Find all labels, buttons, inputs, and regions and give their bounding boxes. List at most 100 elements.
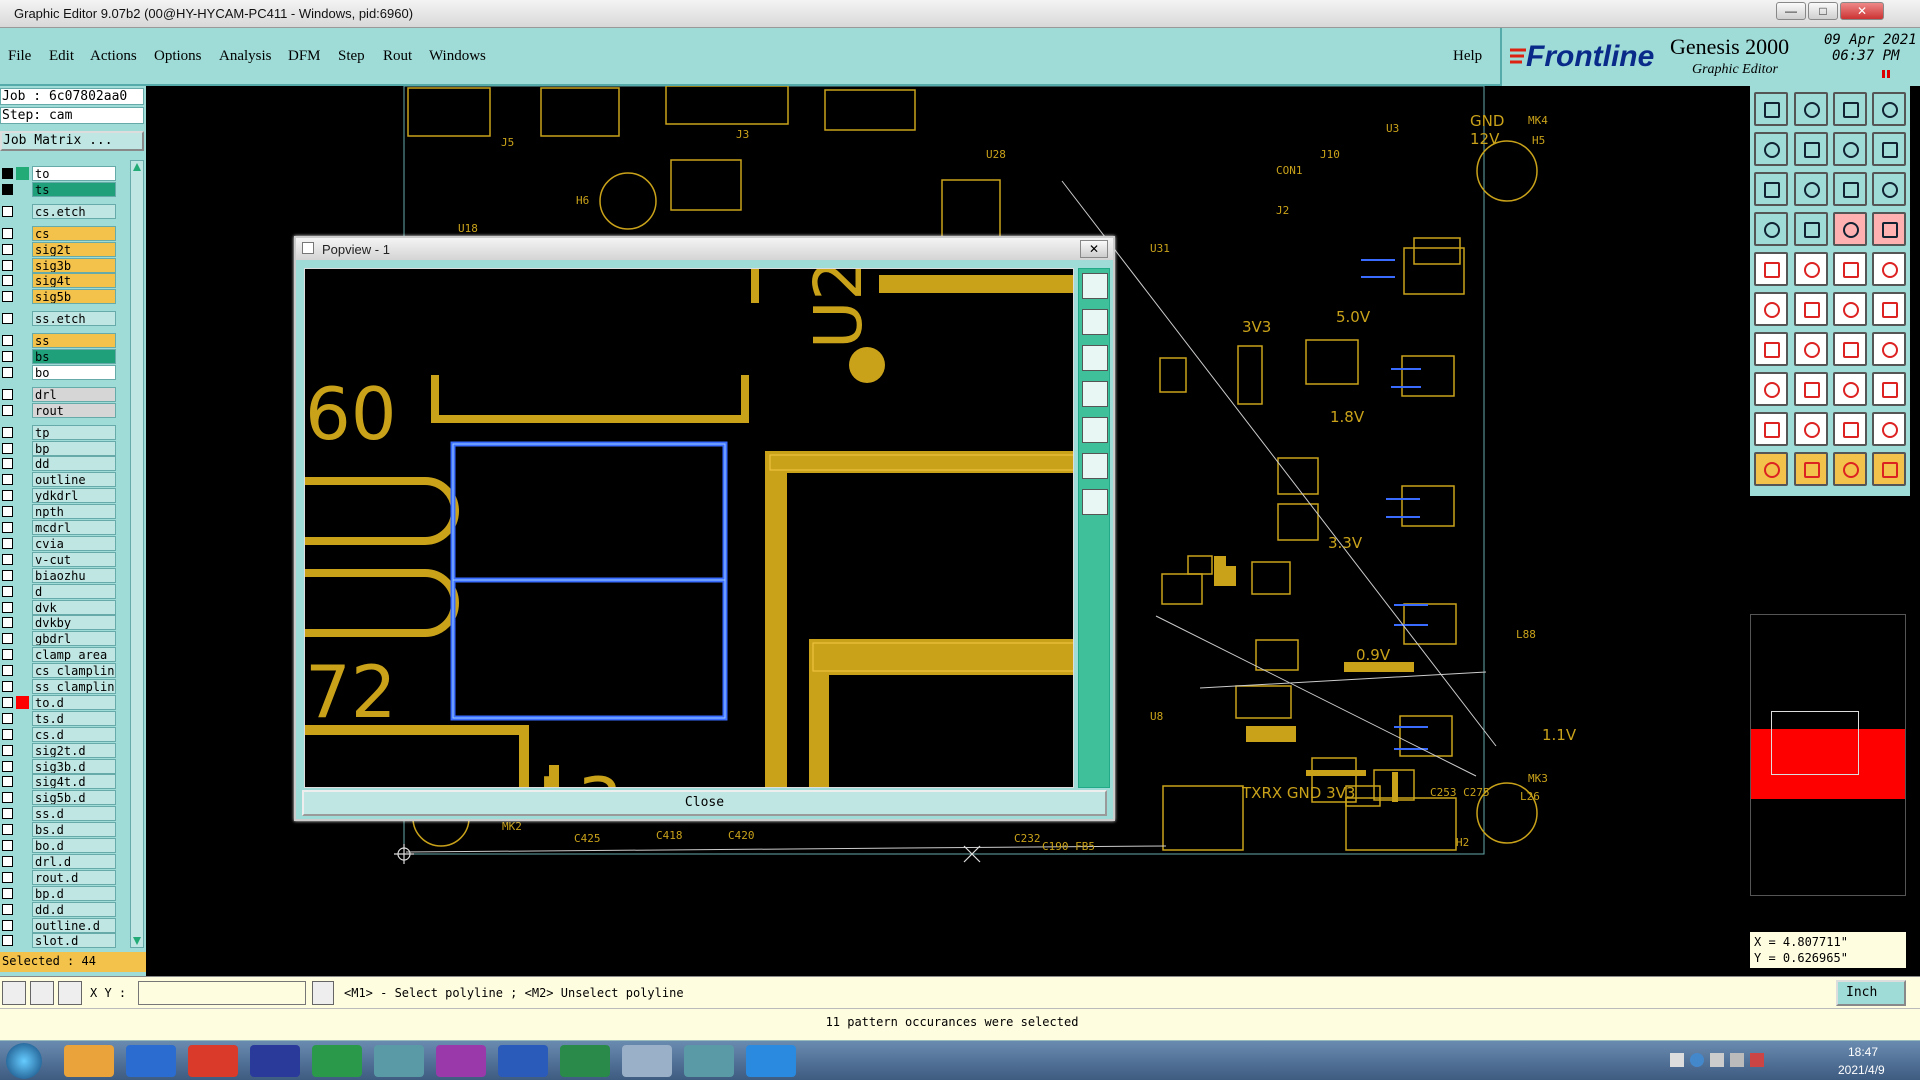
taskbar-shell-icon[interactable] <box>64 1045 114 1077</box>
layer-row[interactable]: to.d <box>0 694 118 710</box>
layer-checkbox[interactable] <box>2 506 13 518</box>
popview-window[interactable]: Popview - 1 ✕ 60 72 U2 Close <box>294 236 1115 821</box>
taskbar-genesis-icon[interactable] <box>374 1045 424 1077</box>
tray-ime-icon[interactable] <box>1710 1053 1724 1067</box>
popview-titlebar[interactable]: Popview - 1 ✕ <box>296 238 1113 260</box>
layer-row[interactable]: drl.d <box>0 853 118 869</box>
menu-help[interactable]: Help <box>1453 48 1482 65</box>
layer-row[interactable]: npth <box>0 504 118 520</box>
tool-button-2-0-icon[interactable] <box>1754 172 1788 206</box>
layer-row[interactable]: mcdrl <box>0 520 118 535</box>
maximize-button[interactable]: □ <box>1808 2 1838 20</box>
layer-checkbox[interactable] <box>2 291 13 303</box>
layer-row[interactable]: cs.etch <box>0 203 118 219</box>
tool-button-5-0-icon[interactable] <box>1754 292 1788 326</box>
layer-checkbox[interactable] <box>2 712 13 724</box>
tool-button-1-2-icon[interactable] <box>1833 132 1867 166</box>
layer-checkbox[interactable] <box>2 183 13 195</box>
menu-step[interactable]: Step <box>338 48 365 65</box>
grid-icon[interactable] <box>58 981 82 1005</box>
layer-checkbox[interactable] <box>2 808 13 820</box>
layer-checkbox[interactable] <box>2 601 13 613</box>
popview-close-icon[interactable]: ✕ <box>1080 240 1108 258</box>
layer-row[interactable]: slot.d <box>0 933 118 949</box>
layer-checkbox[interactable] <box>2 585 13 597</box>
taskbar-app-green-icon[interactable] <box>312 1045 362 1077</box>
tool-button-6-2-icon[interactable] <box>1833 332 1867 366</box>
taskbar-messenger-icon[interactable] <box>746 1045 796 1077</box>
layer-checkbox[interactable] <box>2 227 13 239</box>
layer-row[interactable]: sig5b.d <box>0 790 118 806</box>
menu-options[interactable]: Options <box>154 48 202 65</box>
layer-scrollbar[interactable] <box>130 160 144 948</box>
layer-row[interactable]: rout.d <box>0 869 118 885</box>
tool-button-6-0-icon[interactable] <box>1754 332 1788 366</box>
tool-button-4-3-icon[interactable] <box>1872 252 1906 286</box>
popview-tool-6-icon[interactable] <box>1082 489 1108 515</box>
layer-checkbox[interactable] <box>2 474 13 486</box>
layer-checkbox[interactable] <box>2 442 13 454</box>
taskbar-files-icon[interactable] <box>622 1045 672 1077</box>
taskbar-save-icon[interactable] <box>250 1045 300 1077</box>
taskbar-app-red-icon[interactable] <box>188 1045 238 1077</box>
layer-checkbox[interactable] <box>2 824 13 836</box>
overview-viewport[interactable] <box>1771 711 1859 775</box>
tool-button-8-2-icon[interactable] <box>1833 412 1867 446</box>
tool-button-0-1-icon[interactable] <box>1794 92 1828 126</box>
layer-checkbox[interactable] <box>2 553 13 565</box>
tool-button-7-0-icon[interactable] <box>1754 372 1788 406</box>
taskbar-xwin-icon[interactable] <box>436 1045 486 1077</box>
layer-checkbox[interactable] <box>2 313 13 325</box>
layer-checkbox[interactable] <box>2 537 13 549</box>
layer-checkbox[interactable] <box>2 633 13 645</box>
taskbar-excel-icon[interactable] <box>560 1045 610 1077</box>
tool-button-1-3-icon[interactable] <box>1872 132 1906 166</box>
tool-button-1-1-icon[interactable] <box>1794 132 1828 166</box>
popview-tool-1-icon[interactable] <box>1082 309 1108 335</box>
tool-button-1-0-icon[interactable] <box>1754 132 1788 166</box>
layer-row[interactable]: tp <box>0 424 118 440</box>
tool-button-8-1-icon[interactable] <box>1794 412 1828 446</box>
layer-row[interactable]: bs <box>0 349 118 364</box>
tool-button-4-2-icon[interactable] <box>1833 252 1867 286</box>
popview-close-button[interactable]: Close <box>302 790 1107 816</box>
tool-button-3-2-icon[interactable] <box>1833 212 1867 246</box>
menu-actions[interactable]: Actions <box>90 48 137 65</box>
tool-button-8-3-icon[interactable] <box>1872 412 1906 446</box>
layer-checkbox[interactable] <box>2 649 13 661</box>
layer-checkbox[interactable] <box>2 681 13 692</box>
layer-checkbox[interactable] <box>2 887 13 899</box>
layer-row[interactable]: gbdrl <box>0 631 118 647</box>
layer-row[interactable]: d <box>0 583 118 599</box>
tool-button-5-2-icon[interactable] <box>1833 292 1867 326</box>
info-icon[interactable] <box>312 981 334 1005</box>
layer-row[interactable]: cs.d <box>0 726 118 742</box>
menu-dfm[interactable]: DFM <box>288 48 321 65</box>
layer-checkbox[interactable] <box>2 168 13 179</box>
taskbar-notepad-icon[interactable] <box>126 1045 176 1077</box>
layer-row[interactable]: cs <box>0 225 118 241</box>
tool-button-9-3-icon[interactable] <box>1872 452 1906 486</box>
layer-checkbox[interactable] <box>2 490 13 502</box>
start-button[interactable] <box>6 1043 42 1079</box>
tray-flag-icon[interactable] <box>1750 1053 1764 1067</box>
layer-checkbox[interactable] <box>2 617 13 629</box>
layer-checkbox[interactable] <box>2 760 13 772</box>
layer-row[interactable]: bo.d <box>0 838 118 853</box>
tray-volume-icon[interactable] <box>1730 1053 1744 1067</box>
menu-windows[interactable]: Windows <box>429 48 486 65</box>
layer-row[interactable]: sig2t <box>0 241 118 257</box>
layer-row[interactable]: ss_clampline <box>0 679 118 694</box>
layer-row[interactable]: sig3b <box>0 257 118 273</box>
minimize-button[interactable]: — <box>1776 2 1806 20</box>
popview-tool-4-icon[interactable] <box>1082 417 1108 443</box>
scroll-down-icon[interactable] <box>133 937 141 945</box>
layer-row[interactable]: drl <box>0 386 118 402</box>
layer-checkbox[interactable] <box>2 275 13 287</box>
layer-row[interactable]: sig5b <box>0 289 118 305</box>
taskbar-word-icon[interactable] <box>498 1045 548 1077</box>
layer-row[interactable]: clamp_area <box>0 647 118 663</box>
layer-row[interactable]: dvk <box>0 599 118 615</box>
tool-button-3-3-icon[interactable] <box>1872 212 1906 246</box>
layer-checkbox[interactable] <box>2 205 13 217</box>
